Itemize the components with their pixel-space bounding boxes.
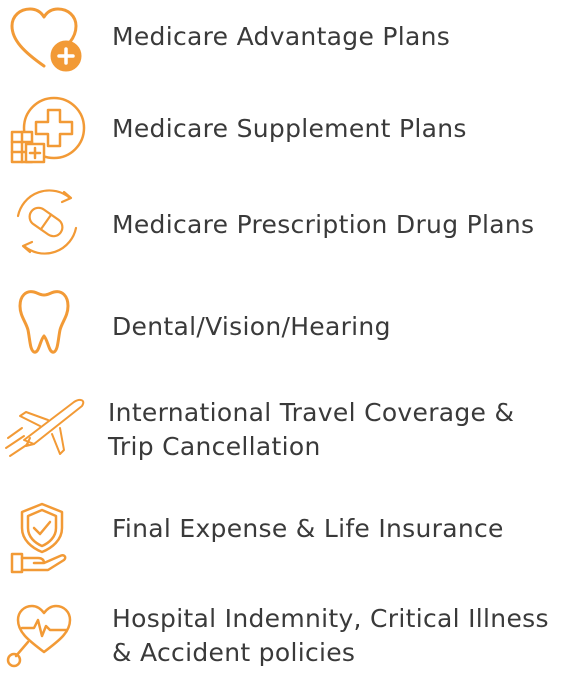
service-label: Dental/Vision/Hearing [112, 312, 391, 341]
tooth-icon [4, 284, 88, 358]
service-item-international-travel: International Travel Coverage & Trip Can… [0, 388, 565, 468]
service-item-medicare-advantage: Medicare Advantage Plans [0, 0, 565, 80]
service-label: Final Expense & Life Insurance [112, 514, 504, 543]
service-item-prescription-drug: Medicare Prescription Drug Plans [0, 178, 565, 268]
service-label: Medicare Supplement Plans [112, 114, 467, 143]
service-label: Hospital Indemnity, Critical Illness & A… [112, 604, 549, 667]
service-item-dental-vision-hearing: Dental/Vision/Hearing [0, 280, 565, 368]
service-item-medicare-supplement: Medicare Supplement Plans [0, 88, 565, 170]
service-label: International Travel Coverage & Trip Can… [108, 398, 515, 461]
heartbeat-stethoscope-icon [4, 600, 88, 672]
medical-plus-icon [4, 88, 88, 168]
airplane-icon [4, 388, 88, 464]
service-item-final-expense: Final Expense & Life Insurance [0, 500, 565, 580]
heart-plus-icon [4, 4, 88, 74]
shield-hand-icon [4, 500, 88, 576]
service-item-hospital-indemnity: Hospital Indemnity, Critical Illness & A… [0, 596, 565, 675]
service-label: Medicare Prescription Drug Plans [112, 210, 535, 239]
pill-refill-icon [4, 182, 88, 262]
service-label: Medicare Advantage Plans [112, 22, 451, 51]
